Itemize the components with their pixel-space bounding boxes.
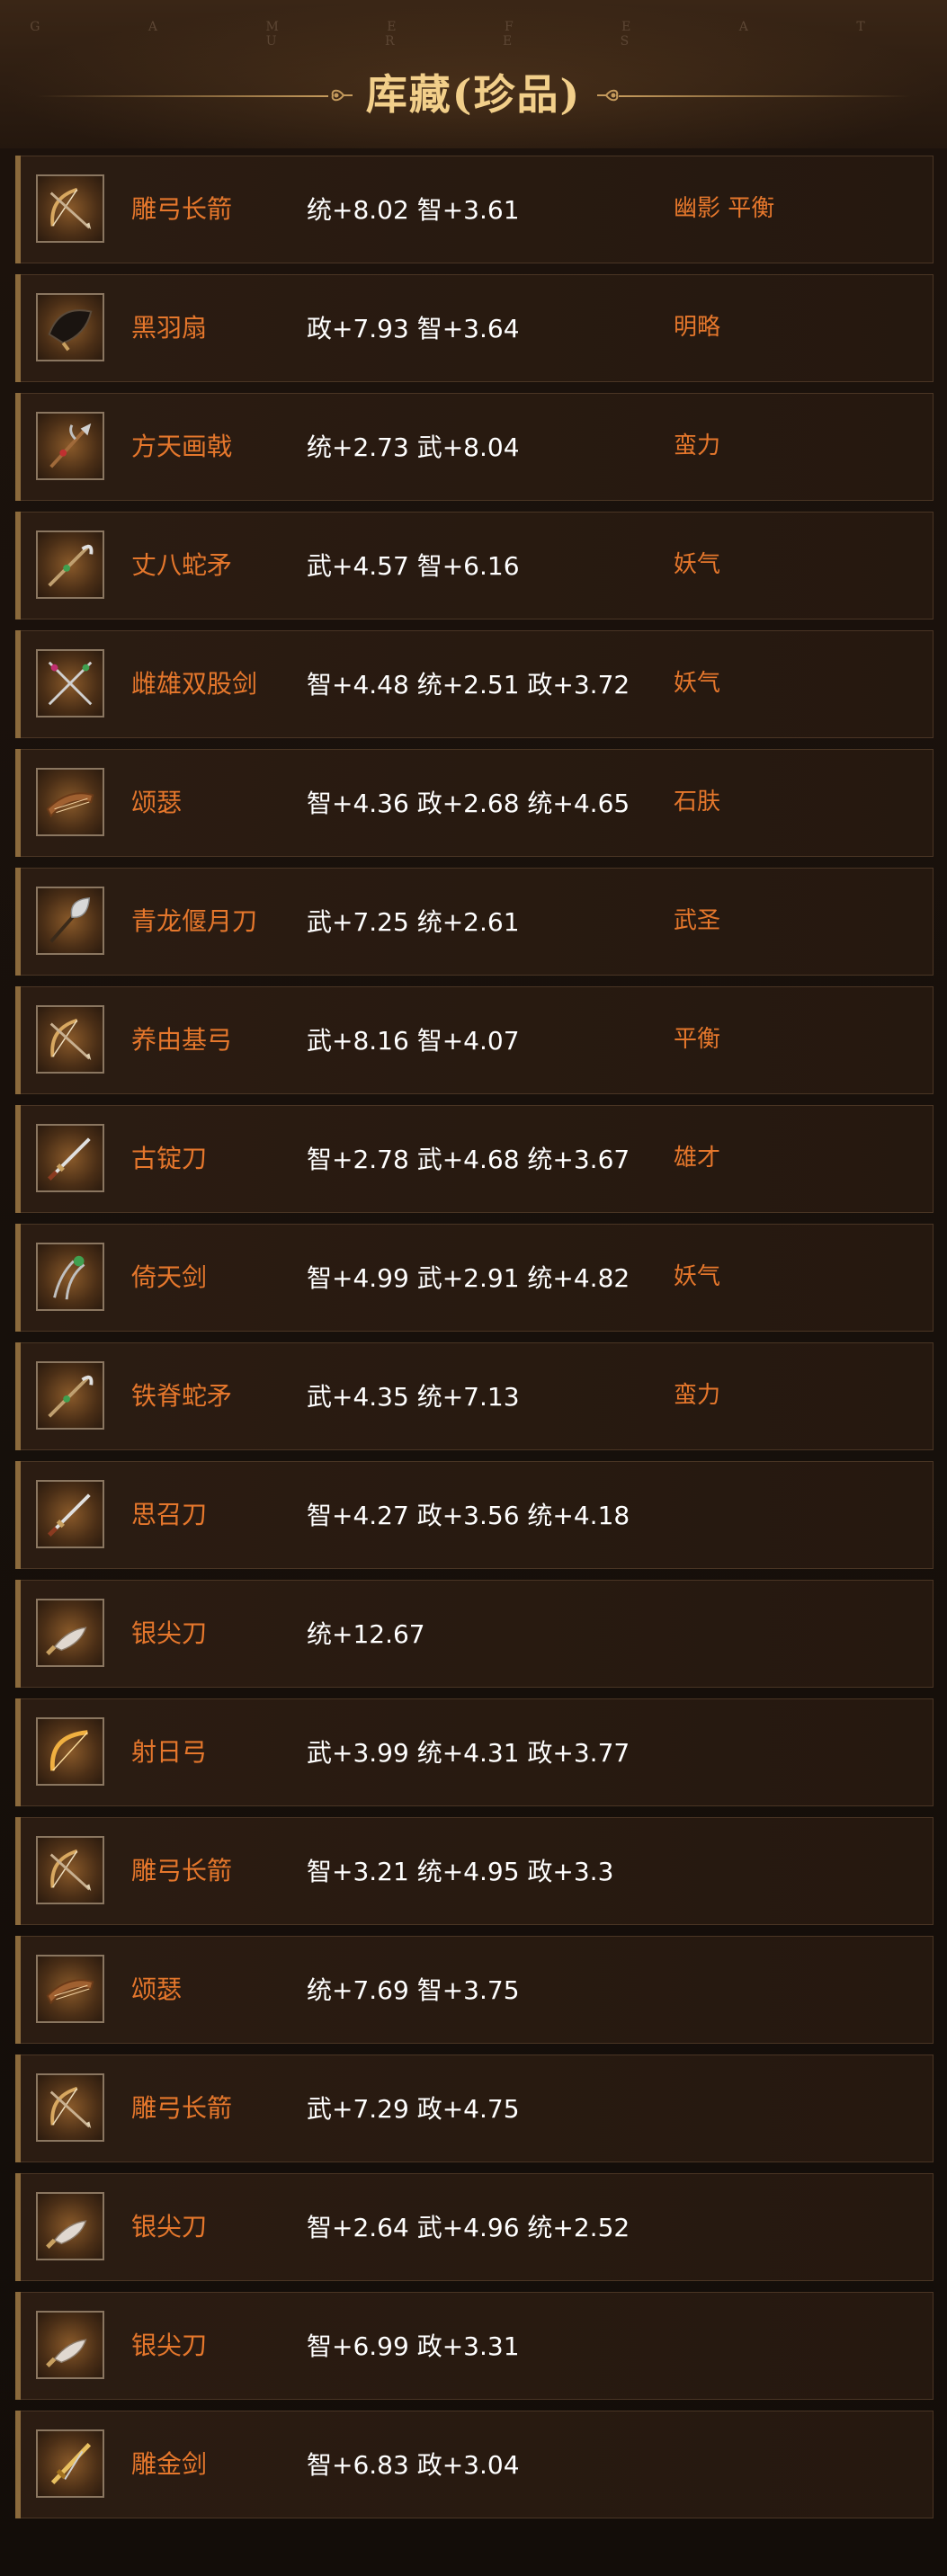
zither-icon (36, 1955, 104, 2023)
bow-icon (36, 174, 104, 243)
bow-icon (36, 1005, 104, 1074)
item-stats: 智+4.27 政+3.56 统+4.18 (307, 1501, 630, 1530)
list-item[interactable]: 银尖刀 智+6.99 政+3.31 (15, 2292, 934, 2400)
list-item[interactable]: 古锭刀 智+2.78 武+4.68 统+3.67 雄才 (15, 1105, 934, 1213)
item-name: 雌雄双股剑 (131, 669, 258, 699)
item-traits: 蛮力 (674, 432, 721, 459)
item-name: 方天画戟 (131, 432, 233, 461)
golden-sword-icon (36, 2429, 104, 2498)
list-item[interactable]: 铁脊蛇矛 武+4.35 统+7.13 蛮力 (15, 1342, 934, 1450)
item-name: 黑羽扇 (131, 313, 208, 343)
item-name: 青龙偃月刀 (131, 906, 258, 936)
list-item[interactable]: 养由基弓 武+8.16 智+4.07 平衡 (15, 986, 934, 1094)
item-name: 雕弓长箭 (131, 2093, 233, 2123)
list-item[interactable]: 颂瑟 智+4.36 政+2.68 统+4.65 石肤 (15, 749, 934, 857)
list-item[interactable]: 雌雄双股剑 智+4.48 统+2.51 政+3.72 妖气 (15, 630, 934, 738)
header-banner: G A M E F E A T U R E S 库藏(珍品) (0, 0, 947, 148)
item-traits: 武圣 (674, 907, 721, 934)
halberd-icon (36, 412, 104, 480)
item-stats: 武+3.99 统+4.31 政+3.77 (307, 1738, 630, 1768)
item-stats: 武+8.16 智+4.07 (307, 1026, 520, 1056)
item-stats: 智+6.83 政+3.04 (307, 2450, 520, 2480)
list-item[interactable]: 雕弓长箭 统+8.02 智+3.61 幽影 平衡 (15, 156, 934, 263)
sword-icon (36, 1480, 104, 1548)
list-item[interactable]: 黑羽扇 政+7.93 智+3.64 明略 (15, 274, 934, 382)
glaive-icon (36, 887, 104, 955)
item-traits: 石肤 (674, 789, 721, 816)
item-stats: 武+7.29 政+4.75 (307, 2094, 520, 2124)
item-stats: 统+8.02 智+3.61 (307, 195, 520, 225)
item-name: 雕弓长箭 (131, 194, 233, 224)
item-name: 银尖刀 (131, 2331, 208, 2360)
item-name: 丈八蛇矛 (131, 550, 233, 580)
knife-icon (36, 1599, 104, 1667)
ornament-left-icon (331, 89, 353, 102)
title-bar: 库藏(珍品) (0, 65, 947, 119)
list-item[interactable]: 雕金剑 智+6.83 政+3.04 (15, 2411, 934, 2518)
item-name: 养由基弓 (131, 1025, 233, 1055)
item-stats: 武+4.35 统+7.13 (307, 1382, 520, 1412)
item-traits: 蛮力 (674, 1382, 721, 1409)
spear-icon (36, 530, 104, 599)
item-stats: 政+7.93 智+3.64 (307, 314, 520, 343)
bow-icon (36, 2073, 104, 2142)
item-stats: 智+3.21 统+4.95 政+3.3 (307, 1857, 614, 1886)
item-name: 银尖刀 (131, 2212, 208, 2242)
item-stats: 武+4.57 智+6.16 (307, 551, 520, 581)
item-name: 古锭刀 (131, 1144, 208, 1173)
item-stats: 智+2.78 武+4.68 统+3.67 (307, 1145, 630, 1174)
list-item[interactable]: 倚天剑 智+4.99 武+2.91 统+4.82 妖气 (15, 1224, 934, 1332)
item-stats: 智+4.36 政+2.68 统+4.65 (307, 789, 630, 818)
bow-icon (36, 1836, 104, 1904)
item-traits: 妖气 (674, 1263, 721, 1290)
list-item[interactable]: 银尖刀 智+2.64 武+4.96 统+2.52 (15, 2173, 934, 2281)
item-stats: 智+4.48 统+2.51 政+3.72 (307, 670, 630, 700)
knife-icon (36, 2192, 104, 2260)
page-title: 库藏(珍品) (365, 70, 582, 119)
item-traits: 平衡 (674, 1026, 721, 1053)
item-stats: 统+12.67 (307, 1619, 425, 1649)
treasure-list: 雕弓长箭 统+8.02 智+3.61 幽影 平衡黑羽扇 政+7.93 智+3.64 明略… (15, 156, 934, 2529)
knife-icon (36, 2311, 104, 2379)
item-name: 银尖刀 (131, 1618, 208, 1648)
sword-icon (36, 1124, 104, 1192)
item-name: 颂瑟 (131, 1974, 183, 2004)
list-item[interactable]: 颂瑟 统+7.69 智+3.75 (15, 1936, 934, 2044)
item-stats: 智+2.64 武+4.96 统+2.52 (307, 2213, 630, 2242)
title-divider-right (619, 95, 911, 97)
item-traits: 妖气 (674, 670, 721, 697)
header-subtitle: G A M E F E A T U R E S (30, 20, 917, 49)
item-name: 雕金剑 (131, 2449, 208, 2479)
title-divider-left (36, 95, 328, 97)
list-item[interactable]: 雕弓长箭 武+7.29 政+4.75 (15, 2055, 934, 2162)
item-stats: 智+6.99 政+3.31 (307, 2331, 520, 2361)
item-stats: 统+2.73 武+8.04 (307, 432, 520, 462)
item-stats: 武+7.25 统+2.61 (307, 907, 520, 937)
item-traits: 明略 (674, 314, 721, 341)
list-item[interactable]: 青龙偃月刀 武+7.25 统+2.61 武圣 (15, 868, 934, 976)
item-name: 雕弓长箭 (131, 1856, 233, 1885)
list-item[interactable]: 方天画戟 统+2.73 武+8.04 蛮力 (15, 393, 934, 501)
item-traits: 妖气 (674, 551, 721, 578)
item-name: 倚天剑 (131, 1262, 208, 1292)
list-item[interactable]: 射日弓 武+3.99 统+4.31 政+3.77 (15, 1698, 934, 1806)
item-stats: 统+7.69 智+3.75 (307, 1975, 520, 2005)
list-item[interactable]: 丈八蛇矛 武+4.57 智+6.16 妖气 (15, 512, 934, 619)
list-item[interactable]: 雕弓长箭 智+3.21 统+4.95 政+3.3 (15, 1817, 934, 1925)
list-item[interactable]: 思召刀 智+4.27 政+3.56 统+4.18 (15, 1461, 934, 1569)
tongs-icon (36, 1243, 104, 1311)
sun-bow-icon (36, 1717, 104, 1786)
item-stats: 智+4.99 武+2.91 统+4.82 (307, 1263, 630, 1293)
spear-icon (36, 1361, 104, 1430)
zither-icon (36, 768, 104, 836)
item-name: 铁脊蛇矛 (131, 1381, 233, 1411)
twin-swords-icon (36, 649, 104, 718)
item-traits: 幽影 平衡 (674, 195, 775, 222)
item-traits: 雄才 (674, 1145, 721, 1172)
feather-fan-icon (36, 293, 104, 361)
list-item[interactable]: 银尖刀 统+12.67 (15, 1580, 934, 1688)
item-name: 思召刀 (131, 1500, 208, 1529)
item-name: 颂瑟 (131, 788, 183, 817)
item-name: 射日弓 (131, 1737, 208, 1767)
